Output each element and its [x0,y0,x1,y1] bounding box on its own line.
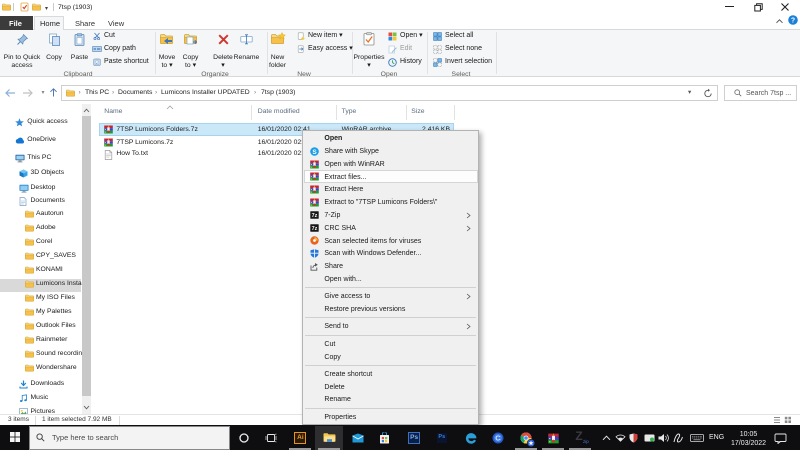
svg-text:C: C [495,433,501,442]
svg-text:7z: 7z [312,213,318,219]
svg-text:?: ? [791,18,795,25]
svg-text:7z: 7z [312,226,318,232]
svg-text:S: S [312,149,317,156]
